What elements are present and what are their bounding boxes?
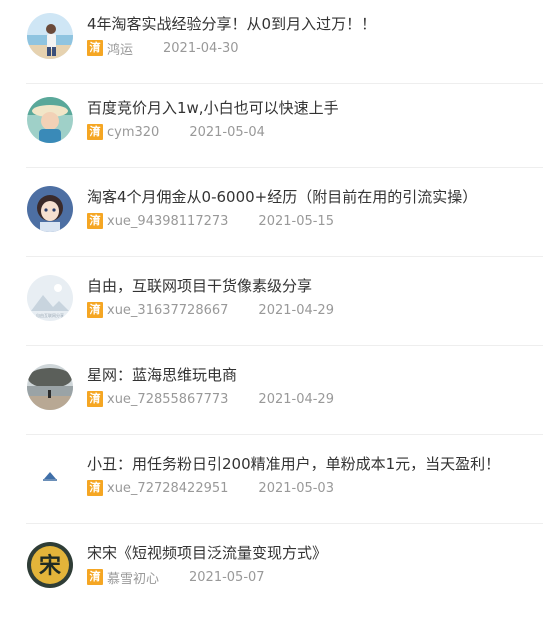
post-date: 2021-04-29 (258, 302, 334, 318)
landscape-avatar[interactable] (27, 364, 73, 410)
post-meta: 淯 xue_72855867773 2021-04-29 (87, 390, 334, 408)
post-date: 2021-05-03 (258, 480, 334, 496)
mountain-placeholder-avatar[interactable]: 自由互联网分享 (27, 275, 73, 321)
divider (26, 167, 543, 168)
divider (26, 256, 543, 257)
post-date: 2021-05-07 (189, 569, 265, 585)
small-logo-avatar[interactable] (27, 453, 73, 499)
post-date: 2021-05-04 (189, 124, 265, 140)
badge-icon: 淯 (87, 391, 103, 407)
post-date: 2021-05-15 (258, 213, 334, 229)
list-item[interactable]: 小丑：用任务粉日引200精准用户，单粉成本1元，当天盈利！ 淯 xue_7272… (0, 440, 543, 524)
avatar-caption: 自由互联网分享 (36, 312, 64, 318)
post-title[interactable]: 4年淘客实战经验分享！从0到月入过万！！ (87, 13, 535, 35)
post-meta: 淯 cym320 2021-05-04 (87, 123, 265, 141)
badge-icon: 淯 (87, 302, 103, 318)
post-author[interactable]: cym320 (107, 125, 159, 140)
girl-hat-avatar[interactable] (27, 97, 73, 143)
beach-person-avatar[interactable] (27, 13, 73, 59)
post-title[interactable]: 淘客4个月佣金从0-6000+经历（附目前在用的引流实操） (87, 186, 535, 208)
list-item[interactable]: 星网：蓝海思维玩电商 淯 xue_72855867773 2021-04-29 (0, 351, 543, 435)
badge-icon: 淯 (87, 40, 103, 56)
list-item[interactable]: 自由互联网分享 自由，互联网项目干货像素级分享 淯 xue_3163772866… (0, 262, 543, 346)
post-author[interactable]: 鸿运 (107, 39, 133, 58)
post-author[interactable]: xue_72855867773 (107, 392, 228, 407)
post-meta: 淯 鸿运 2021-04-30 (87, 39, 239, 58)
post-author[interactable]: xue_31637728667 (107, 303, 228, 318)
post-list: 4年淘客实战经验分享！从0到月入过万！！ 淯 鸿运 2021-04-30 百度竞… (0, 0, 543, 621)
badge-icon: 淯 (87, 124, 103, 140)
list-item[interactable]: 4年淘客实战经验分享！从0到月入过万！！ 淯 鸿运 2021-04-30 (0, 0, 543, 84)
post-author[interactable]: xue_72728422951 (107, 481, 228, 496)
post-title[interactable]: 星网：蓝海思维玩电商 (87, 364, 535, 386)
divider (26, 434, 543, 435)
post-title[interactable]: 百度竞价月入1w,小白也可以快速上手 (87, 97, 535, 119)
post-meta: 淯 xue_72728422951 2021-05-03 (87, 479, 334, 497)
list-item[interactable]: 宋 宋宋《短视频项目泛流量变现方式》 淯 慕雪初心 2021-05-07 (0, 529, 543, 613)
post-title[interactable]: 宋宋《短视频项目泛流量变现方式》 (87, 542, 535, 564)
post-meta: 淯 慕雪初心 2021-05-07 (87, 568, 265, 587)
post-meta: 淯 xue_31637728667 2021-04-29 (87, 301, 334, 319)
post-author[interactable]: 慕雪初心 (107, 568, 159, 587)
list-item[interactable]: 淘客4个月佣金从0-6000+经历（附目前在用的引流实操） 淯 xue_9439… (0, 173, 543, 257)
post-date: 2021-04-29 (258, 391, 334, 407)
avatar-char: 宋 (39, 553, 61, 579)
post-date: 2021-04-30 (163, 40, 239, 56)
post-meta: 淯 xue_94398117273 2021-05-15 (87, 212, 334, 230)
post-title[interactable]: 小丑：用任务粉日引200精准用户，单粉成本1元，当天盈利！ (87, 453, 535, 475)
list-item[interactable]: 百度竞价月入1w,小白也可以快速上手 淯 cym320 2021-05-04 (0, 84, 543, 168)
badge-icon: 淯 (87, 480, 103, 496)
post-title[interactable]: 自由，互联网项目干货像素级分享 (87, 275, 535, 297)
badge-icon: 淯 (87, 213, 103, 229)
anime-girl-avatar[interactable] (27, 186, 73, 232)
song-character-avatar[interactable]: 宋 (27, 542, 73, 588)
post-author[interactable]: xue_94398117273 (107, 214, 228, 229)
divider (26, 345, 543, 346)
badge-icon: 淯 (87, 569, 103, 585)
divider (26, 523, 543, 524)
